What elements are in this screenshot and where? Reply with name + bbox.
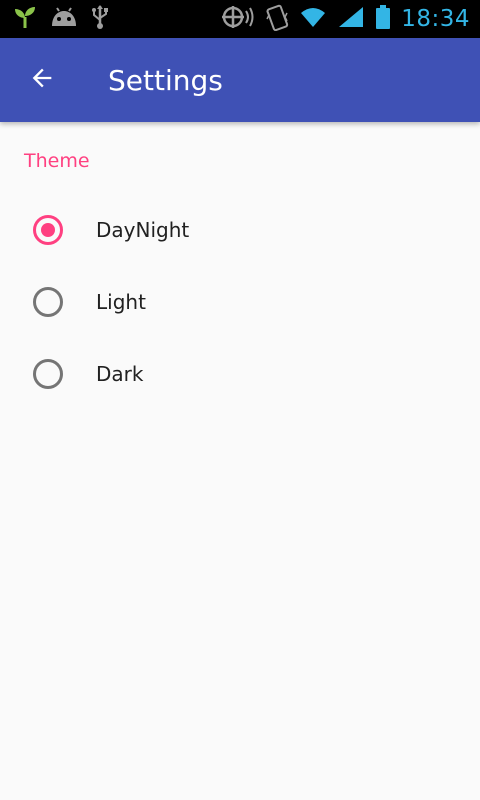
radio-button-unchecked[interactable] bbox=[33, 287, 63, 317]
theme-section-header: Theme bbox=[24, 150, 90, 172]
signal-icon bbox=[337, 5, 365, 34]
page-title: Settings bbox=[108, 63, 223, 97]
option-label-light: Light bbox=[96, 290, 146, 314]
status-time: 18:34 bbox=[401, 6, 470, 32]
back-button[interactable] bbox=[14, 52, 70, 108]
theme-option-dark[interactable]: Dark bbox=[0, 338, 480, 410]
radio-button-checked[interactable] bbox=[33, 215, 63, 245]
status-right-icons: 18:34 bbox=[211, 3, 470, 36]
settings-content: Theme DayNight Light Dark bbox=[0, 122, 480, 410]
option-label-daynight: DayNight bbox=[96, 218, 190, 242]
battery-icon bbox=[375, 4, 391, 35]
vibrate-icon bbox=[265, 3, 289, 36]
nfc-icon bbox=[221, 4, 255, 35]
option-label-dark: Dark bbox=[96, 362, 144, 386]
usb-icon bbox=[90, 4, 110, 35]
radio-button-unchecked[interactable] bbox=[33, 359, 63, 389]
sprout-icon bbox=[12, 4, 38, 35]
theme-option-light[interactable]: Light bbox=[0, 266, 480, 338]
theme-option-daynight[interactable]: DayNight bbox=[0, 194, 480, 266]
wifi-icon bbox=[299, 6, 327, 33]
android-icon bbox=[50, 6, 78, 33]
status-bar: 18:34 bbox=[0, 0, 480, 38]
arrow-back-icon bbox=[28, 64, 56, 97]
status-left-icons bbox=[12, 4, 122, 35]
app-bar: Settings bbox=[0, 38, 480, 122]
radio-dot bbox=[41, 223, 55, 237]
